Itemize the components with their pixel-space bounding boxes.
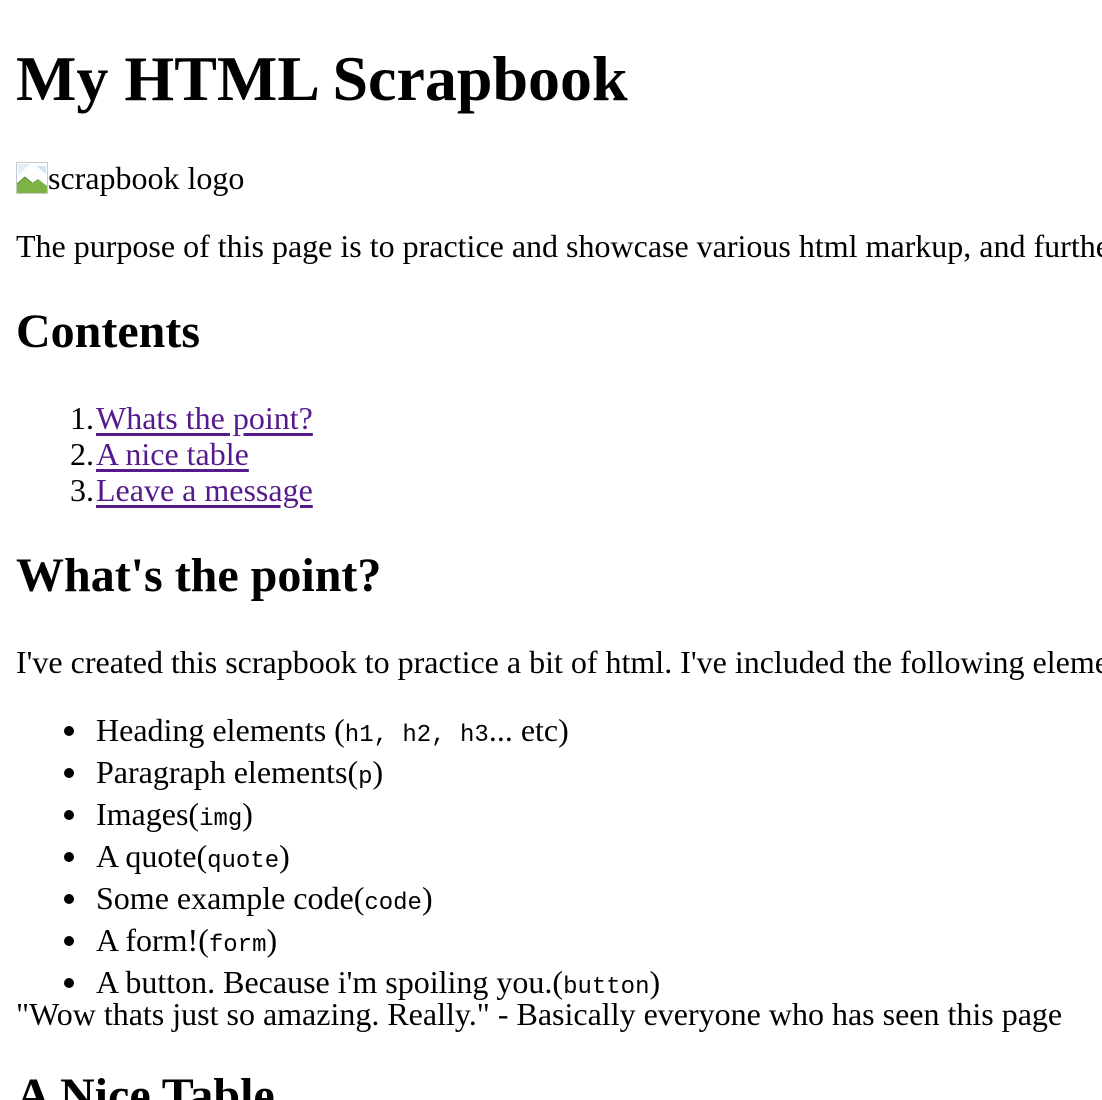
whats-the-point-heading: What's the point? <box>16 549 382 602</box>
bullet-icon <box>64 810 74 820</box>
list-item-code: h1, h2, h3 <box>344 722 489 749</box>
list-item: Paragraph elements(p) <box>64 754 660 796</box>
list-item-code: img <box>199 806 243 833</box>
contents-heading: Contents <box>16 305 201 358</box>
point-paragraph: I've created this scrapbook to practice … <box>16 644 1102 680</box>
toc-number: 3. <box>70 472 94 508</box>
list-item-code: p <box>358 764 373 791</box>
list-item-suffix: ) <box>242 796 253 832</box>
list-item-suffix: ) <box>279 838 290 874</box>
toc-item: 3. Leave a message <box>70 472 313 508</box>
list-item-code: quote <box>207 848 280 875</box>
bullet-icon <box>64 852 74 862</box>
list-item: Some example code(code) <box>64 880 660 922</box>
list-item-text: A quote( <box>96 838 208 874</box>
list-item-suffix: ... etc) <box>488 712 569 748</box>
quote-paragraph: "Wow thats just so amazing. Really." - B… <box>16 996 1063 1032</box>
list-item-suffix: ) <box>649 964 661 1000</box>
elements-list: Heading elements (h1, h2, h3... etc) Par… <box>16 712 660 1006</box>
nice-table-heading: A Nice Table <box>16 1069 275 1100</box>
toc-link-leave-a-message[interactable]: Leave a message <box>96 472 313 508</box>
list-item-text: Paragraph elements( <box>96 754 359 790</box>
toc-item: 2. A nice table <box>70 436 313 472</box>
toc-link-whats-the-point[interactable]: Whats the point? <box>96 400 313 436</box>
logo-alt-text: scrapbook logo <box>48 160 245 196</box>
list-item-text: Heading elements ( <box>96 712 345 748</box>
list-item-code: form <box>208 932 267 959</box>
list-item-suffix: ) <box>421 880 433 916</box>
bullet-icon <box>64 894 74 904</box>
intro-paragraph: The purpose of this page is to practice … <box>16 228 1102 264</box>
list-item-suffix: ) <box>266 922 278 958</box>
bullet-icon <box>64 726 74 736</box>
list-item: Images(img) <box>64 796 660 838</box>
bullet-icon <box>64 936 74 946</box>
list-item: Heading elements (h1, h2, h3... etc) <box>64 712 660 754</box>
table-of-contents: 1. Whats the point? 2. A nice table 3. L… <box>16 400 313 508</box>
toc-link-a-nice-table[interactable]: A nice table <box>96 436 249 472</box>
list-item-suffix: ) <box>372 754 384 790</box>
list-item: A form!(form) <box>64 922 660 964</box>
toc-number: 1. <box>70 400 94 436</box>
toc-item: 1. Whats the point? <box>70 400 313 436</box>
page-title: My HTML Scrapbook <box>16 43 628 114</box>
broken-image-icon <box>16 162 48 194</box>
list-item-text: A form!( <box>96 922 209 958</box>
bullet-icon <box>64 978 74 988</box>
list-item-text: Images( <box>96 796 200 832</box>
list-item: A quote(quote) <box>64 838 660 880</box>
bullet-icon <box>64 768 74 778</box>
toc-number: 2. <box>70 436 94 472</box>
list-item-text: A button. Because i'm spoiling you.( <box>96 964 564 1000</box>
list-item-code: code <box>364 890 422 917</box>
list-item-text: Some example code( <box>96 880 365 916</box>
scrapbook-logo: scrapbook logo <box>16 160 244 196</box>
